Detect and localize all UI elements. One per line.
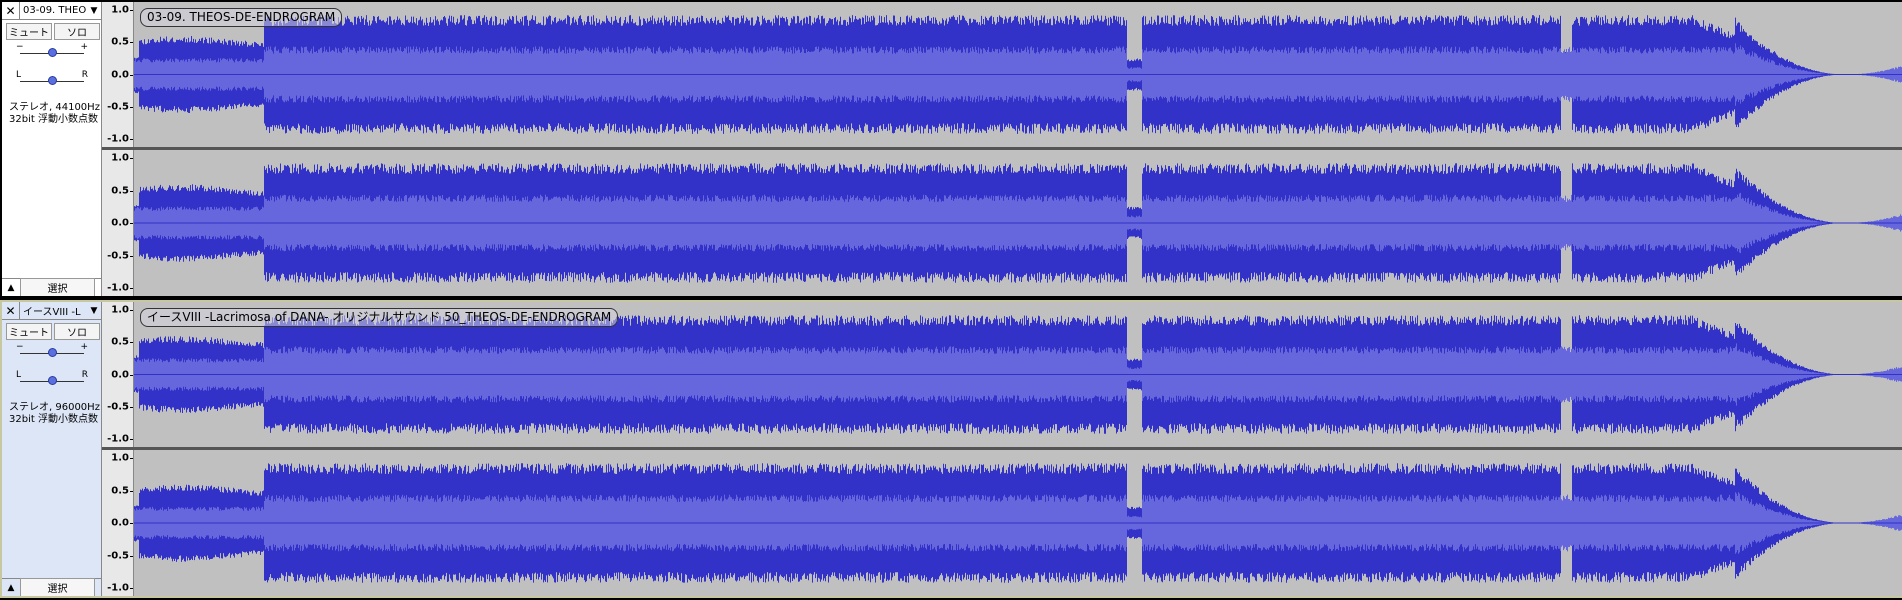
track-bottom-bar: ▲ 選択	[2, 278, 101, 296]
pan-slider-thumb[interactable]	[48, 76, 57, 85]
waveform-channel-left[interactable]	[134, 2, 1902, 147]
ruler-tick-label: -0.5	[107, 101, 129, 113]
gain-slider[interactable]: − +	[14, 42, 90, 60]
track-name-button[interactable]: 03-09. THEO	[20, 5, 87, 16]
amplitude-ruler: 1.0 0.5 0.0 -0.5 -1.0	[102, 302, 134, 447]
gain-slider[interactable]: − +	[14, 342, 90, 360]
format-line-1: ステレオ, 96000Hz	[9, 402, 100, 413]
ruler-tick	[130, 406, 133, 408]
format-line-2: 32bit 浮動小数点数	[9, 414, 98, 425]
track-format-info: ステレオ, 96000Hz 32bit 浮動小数点数	[9, 402, 100, 426]
ruler-tick-label: 0.5	[111, 36, 129, 48]
waveform-svg	[134, 163, 1902, 283]
close-icon[interactable]: ✕	[2, 2, 20, 20]
gain-plus-label: +	[80, 42, 88, 52]
chevron-down-icon[interactable]: ▼	[87, 306, 101, 316]
track-titlebar: ✕ イースVIII -L ▼	[2, 302, 101, 320]
select-button[interactable]: 選択	[20, 278, 95, 296]
clip-name-label[interactable]: イースVIII -Lacrimosa of DANA- オリジナルサウンド 50…	[140, 308, 619, 327]
ruler-tick	[130, 555, 133, 557]
pan-right-label: R	[81, 370, 88, 380]
ruler-tick	[130, 74, 133, 76]
gain-minus-label: −	[16, 342, 24, 352]
pan-right-label: R	[81, 70, 88, 80]
waveform-channel-right[interactable]	[134, 150, 1902, 296]
ruler-tick-label: 0.5	[111, 485, 129, 496]
gain-minus-label: −	[16, 42, 24, 52]
ruler-tick	[130, 255, 133, 257]
ruler-tick-label: 0.0	[111, 369, 129, 380]
ruler-tick-label: 1.0	[111, 4, 129, 16]
ruler-tick-label: -0.5	[107, 401, 129, 413]
pan-left-label: L	[16, 370, 22, 380]
collapse-icon[interactable]: ▲	[2, 279, 20, 296]
ruler-tick-label: 0.0	[111, 217, 129, 229]
mute-solo-row: ミュート ソロ	[6, 323, 100, 340]
ruler-tick-label: -1.0	[107, 433, 129, 445]
ruler-tick-label: 0.5	[111, 336, 129, 348]
ruler-tick-label: 0.0	[111, 69, 129, 80]
chevron-down-icon[interactable]: ▼	[87, 6, 101, 16]
track-bottom-bar: ▲ 選択	[2, 578, 101, 596]
track-control-panel: ✕ 03-09. THEO ▼ ミュート ソロ − + L R ステレオ, 44…	[2, 2, 102, 296]
mute-button[interactable]: ミュート	[6, 23, 52, 40]
pan-slider[interactable]: L R	[14, 70, 90, 88]
waveform-channel-right[interactable]	[134, 450, 1902, 596]
ruler-tick	[130, 310, 133, 311]
ruler-tick-label: 1.0	[111, 152, 129, 164]
ruler-tick	[130, 490, 133, 492]
pan-slider[interactable]: L R	[14, 370, 90, 388]
pan-slider-thumb[interactable]	[48, 376, 57, 385]
format-line-1: ステレオ, 44100Hz	[9, 102, 100, 113]
audacity-tracks-window: ✕ 03-09. THEO ▼ ミュート ソロ − + L R ステレオ, 44…	[0, 0, 1902, 600]
ruler-tick-label: -1.0	[107, 133, 129, 145]
ruler-tick-label: -0.5	[107, 250, 129, 261]
amplitude-ruler: 1.0 0.5 0.0 -0.5 -1.0	[102, 2, 134, 147]
pan-left-label: L	[16, 70, 22, 80]
waveform-svg	[134, 15, 1902, 134]
format-line-2: 32bit 浮動小数点数	[9, 114, 98, 125]
gain-plus-label: +	[80, 342, 88, 352]
solo-button[interactable]: ソロ	[54, 323, 100, 340]
ruler-tick	[130, 10, 133, 11]
ruler-tick	[130, 588, 133, 589]
ruler-tick-label: -0.5	[107, 550, 129, 561]
track-titlebar: ✕ 03-09. THEO ▼	[2, 2, 101, 20]
ruler-tick-label: 0.5	[111, 185, 129, 196]
track-name-button[interactable]: イースVIII -L	[20, 303, 87, 318]
ruler-tick-label: -1.0	[107, 582, 129, 594]
ruler-tick	[130, 190, 133, 192]
close-icon[interactable]: ✕	[2, 302, 20, 320]
ruler-tick	[130, 106, 133, 108]
ruler-tick	[130, 158, 133, 159]
ruler-tick-label: 1.0	[111, 452, 129, 464]
solo-button[interactable]: ソロ	[54, 23, 100, 40]
track-1[interactable]: ✕ 03-09. THEO ▼ ミュート ソロ − + L R ステレオ, 44…	[0, 0, 1902, 298]
ruler-tick-label: 1.0	[111, 304, 129, 316]
collapse-icon[interactable]: ▲	[2, 579, 20, 596]
mute-button[interactable]: ミュート	[6, 323, 52, 340]
waveform-svg	[134, 463, 1902, 583]
track-control-panel: ✕ イースVIII -L ▼ ミュート ソロ − + L R ステレオ, 960…	[2, 302, 102, 596]
ruler-tick	[130, 523, 133, 524]
ruler-tick	[130, 374, 133, 376]
ruler-tick-label: 0.0	[111, 517, 129, 529]
ruler-tick	[130, 439, 133, 440]
track-format-info: ステレオ, 44100Hz 32bit 浮動小数点数	[9, 102, 100, 126]
gain-slider-thumb[interactable]	[48, 348, 57, 357]
ruler-tick	[130, 342, 133, 344]
ruler-tick-label: -1.0	[107, 282, 129, 294]
mute-solo-row: ミュート ソロ	[6, 23, 100, 40]
amplitude-ruler: 1.0 0.5 0.0 -0.5 -1.0	[102, 450, 134, 596]
ruler-tick	[130, 288, 133, 289]
ruler-tick	[130, 458, 133, 459]
select-button[interactable]: 選択	[20, 578, 95, 596]
clip-name-label[interactable]: 03-09. THEOS-DE-ENDROGRAM	[140, 8, 343, 27]
amplitude-ruler: 1.0 0.5 0.0 -0.5 -1.0	[102, 150, 134, 296]
track-2[interactable]: ✕ イースVIII -L ▼ ミュート ソロ − + L R ステレオ, 960…	[0, 300, 1902, 598]
ruler-tick	[130, 139, 133, 140]
ruler-tick	[130, 223, 133, 224]
gain-slider-thumb[interactable]	[48, 48, 57, 57]
ruler-tick	[130, 42, 133, 44]
